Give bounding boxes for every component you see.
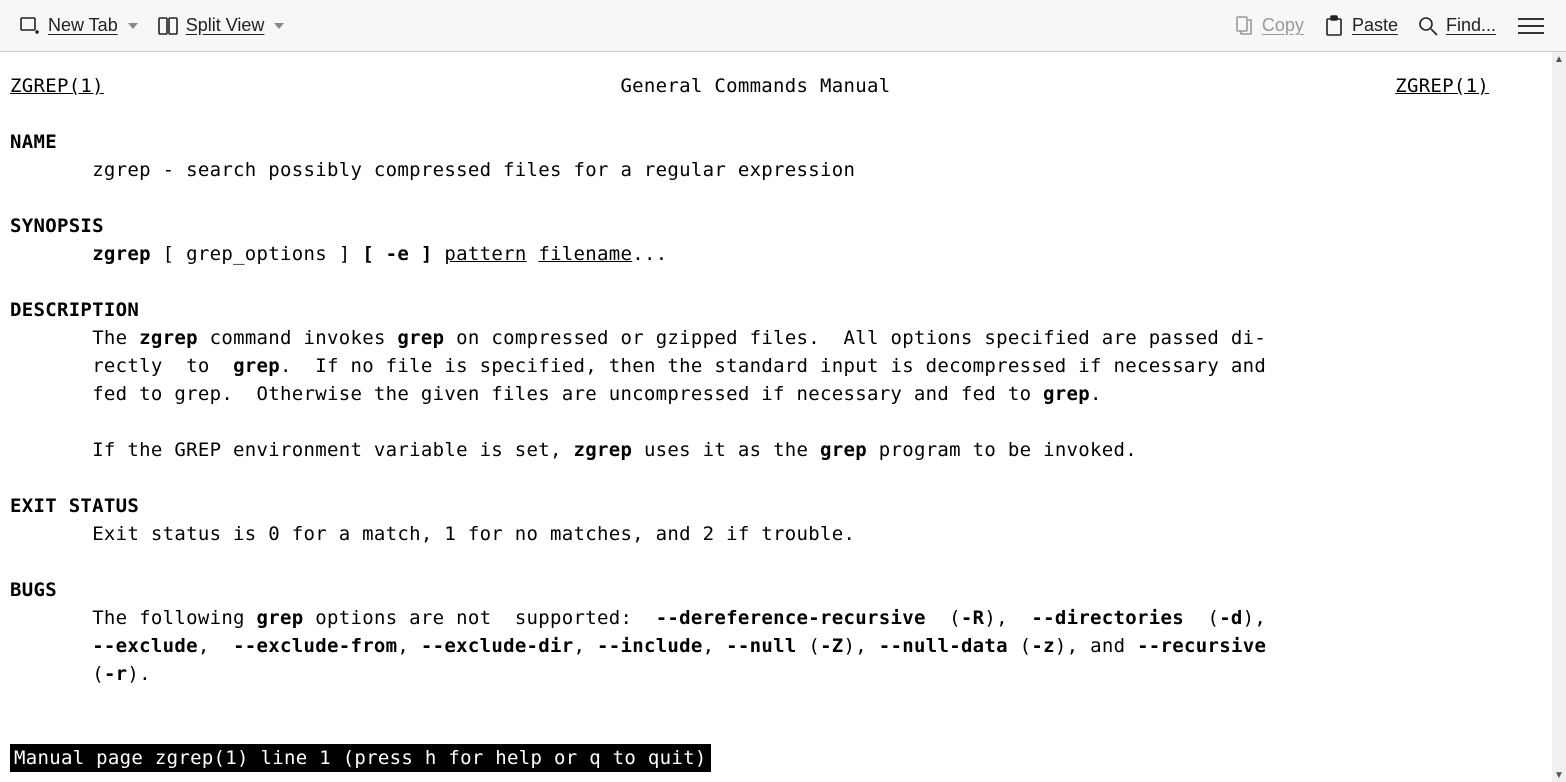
- exit-heading: EXIT STATUS: [10, 495, 139, 517]
- description-heading: DESCRIPTION: [10, 299, 139, 321]
- exit-text: Exit status is 0 for a match, 1 for no m…: [92, 523, 855, 545]
- split-view-label: Split View: [186, 15, 265, 36]
- scroll-up-icon[interactable]: ▲: [1552, 52, 1566, 66]
- name-heading: NAME: [10, 131, 57, 153]
- name-text: zgrep - search possibly compressed files…: [92, 159, 855, 181]
- header-left: ZGREP(1): [10, 75, 104, 97]
- copy-icon: [1232, 14, 1256, 38]
- menu-button[interactable]: [1508, 9, 1554, 43]
- toolbar: New Tab Split View Copy Paste Find...: [0, 0, 1566, 52]
- chevron-down-icon: [128, 23, 138, 29]
- hamburger-icon: [1518, 13, 1544, 39]
- paste-label: Paste: [1352, 15, 1398, 36]
- scrollbar[interactable]: ▲ ▼: [1552, 52, 1566, 782]
- new-tab-label: New Tab: [48, 15, 118, 36]
- synopsis-heading: SYNOPSIS: [10, 215, 104, 237]
- header-right: ZGREP(1): [1395, 75, 1489, 97]
- manpage-content: ZGREP(1) General Commands Manual ZGREP(1…: [0, 52, 1566, 688]
- copy-button[interactable]: Copy: [1226, 10, 1310, 42]
- terminal-area[interactable]: ZGREP(1) General Commands Manual ZGREP(1…: [0, 52, 1566, 782]
- new-tab-icon: [18, 14, 42, 38]
- scroll-down-icon[interactable]: ▼: [1552, 768, 1566, 782]
- chevron-down-icon: [274, 23, 284, 29]
- paste-button[interactable]: Paste: [1316, 10, 1404, 42]
- search-icon: [1416, 14, 1440, 38]
- new-tab-button[interactable]: New Tab: [12, 10, 144, 42]
- header-center: General Commands Manual: [620, 75, 890, 97]
- paste-icon: [1322, 14, 1346, 38]
- copy-label: Copy: [1262, 15, 1304, 36]
- bugs-heading: BUGS: [10, 579, 57, 601]
- split-view-button[interactable]: Split View: [150, 10, 291, 42]
- find-label: Find...: [1446, 15, 1496, 36]
- split-view-icon: [156, 14, 180, 38]
- find-button[interactable]: Find...: [1410, 10, 1502, 42]
- status-line: Manual page zgrep(1) line 1 (press h for…: [10, 744, 711, 772]
